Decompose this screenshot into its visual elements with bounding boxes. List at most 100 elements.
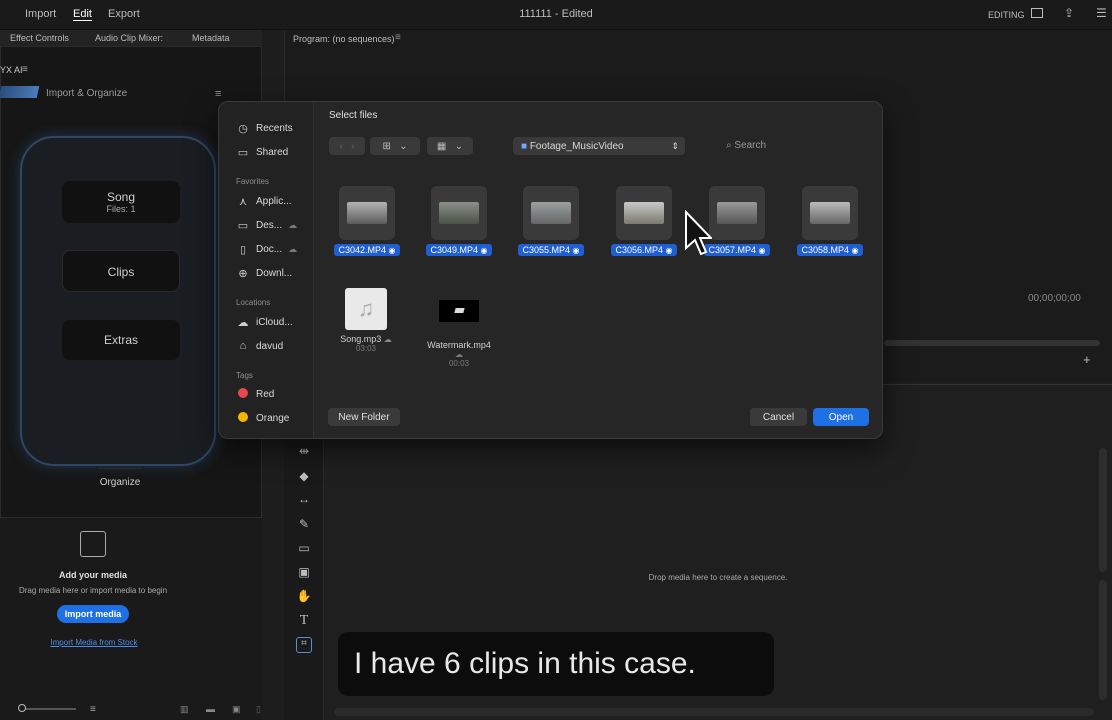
folder-icon[interactable]: ▬ bbox=[206, 704, 215, 714]
file-item-c3055[interactable]: C3055.MP4 ◉ bbox=[511, 186, 591, 256]
tab-effect-controls[interactable]: Effect Controls bbox=[10, 33, 69, 43]
ripple-edit-icon[interactable]: ⇹ bbox=[296, 444, 312, 460]
group-icon: ▦ bbox=[436, 140, 447, 152]
red-tag-icon bbox=[238, 387, 248, 398]
extras-button[interactable]: Extras bbox=[62, 320, 180, 360]
cloud-icon: ☁ bbox=[455, 350, 463, 359]
music-file-icon: ♫ bbox=[345, 288, 387, 330]
sidebar-item-tag-orange[interactable]: Orange bbox=[236, 409, 289, 427]
cloud-download-icon: ◉ bbox=[665, 246, 673, 255]
folder-path-dropdown[interactable]: ■ Footage_MusicVideo ⇕ bbox=[513, 137, 685, 155]
new-item-icon[interactable]: ▣ bbox=[232, 704, 241, 715]
back-icon[interactable]: ‹ bbox=[339, 141, 342, 152]
list-view-icon[interactable]: ≡ bbox=[90, 704, 96, 715]
icon-view-dropdown[interactable]: ⊞ ⌄ bbox=[370, 137, 420, 155]
razor-icon[interactable]: ◆ bbox=[296, 469, 312, 485]
tab-metadata[interactable]: Metadata bbox=[192, 33, 230, 43]
file-item-song[interactable]: ♫ Song.mp3 ☁ 03:03 bbox=[326, 288, 406, 353]
plugin-tab-label[interactable]: YX AI bbox=[0, 65, 23, 75]
plugin-menu-icon[interactable]: ≡ bbox=[22, 64, 28, 75]
forward-icon[interactable]: › bbox=[351, 141, 354, 152]
workspace-label[interactable]: EDITING bbox=[988, 10, 1025, 20]
vertical-scrollbar[interactable] bbox=[1099, 448, 1107, 572]
bin-icon[interactable]: ▥ bbox=[180, 704, 189, 715]
search-field[interactable]: ⌕ Search bbox=[726, 140, 766, 151]
video-caption: I have 6 clips in this case. bbox=[338, 632, 774, 696]
search-icon: ⌕ bbox=[726, 140, 732, 151]
add-media-hint: Drag media here or import media to begin bbox=[18, 586, 168, 595]
file-item-c3042[interactable]: C3042.MP4 ◉ bbox=[327, 186, 407, 256]
sidebar-item-icloud[interactable]: ☁ iCloud... bbox=[236, 313, 293, 331]
add-media-title: Add your media bbox=[58, 570, 127, 580]
vertical-scrollbar-2[interactable] bbox=[1099, 580, 1107, 700]
sidebar-item-documents[interactable]: ▯ Doc... ☁ bbox=[236, 240, 297, 258]
rectangle-icon[interactable]: ▭ bbox=[296, 541, 312, 557]
share-icon[interactable]: ⇪ bbox=[1064, 6, 1074, 20]
file-item-c3049[interactable]: C3049.MP4 ◉ bbox=[419, 186, 499, 256]
dialog-title: Select files bbox=[329, 110, 378, 121]
chevron-down-icon: ⌄ bbox=[454, 140, 464, 152]
hand-icon[interactable]: ✋ bbox=[296, 589, 312, 605]
import-media-button[interactable]: Import media bbox=[57, 605, 129, 623]
horizontal-scrollbar[interactable] bbox=[334, 708, 1094, 716]
add-button-icon[interactable]: + bbox=[1083, 352, 1091, 367]
sidebar-item-label: Shared bbox=[256, 146, 289, 158]
cloud-download-icon: ◉ bbox=[758, 246, 766, 255]
video-thumbnail bbox=[431, 186, 487, 240]
plugin-options-icon[interactable]: ≡ bbox=[215, 88, 221, 100]
sidebar-item-desktop[interactable]: ▭ Des... ☁ bbox=[236, 216, 297, 234]
video-thumbnail bbox=[523, 186, 579, 240]
song-button[interactable]: Song Files: 1 bbox=[62, 181, 180, 223]
favorites-header: Favorites bbox=[236, 177, 269, 186]
pen-icon[interactable]: ✎ bbox=[296, 517, 312, 533]
caption-tool-icon[interactable]: ⌗ bbox=[296, 637, 312, 653]
program-monitor-title: Program: (no sequences) bbox=[293, 34, 395, 44]
sidebar-item-tag-red[interactable]: Red bbox=[236, 385, 274, 403]
sidebar-item-applications[interactable]: ⋏ Applic... bbox=[236, 192, 292, 210]
video-thumbnail bbox=[802, 186, 858, 240]
sidebar-item-recents[interactable]: ◷ Recents bbox=[236, 119, 293, 137]
file-item-c3058[interactable]: C3058.MP4 ◉ bbox=[790, 186, 870, 256]
program-scrub-bar[interactable] bbox=[884, 340, 1100, 346]
back-forward-buttons[interactable]: ‹ › bbox=[329, 137, 365, 155]
zoom-slider[interactable] bbox=[20, 708, 76, 710]
organize-button[interactable]: Organize bbox=[0, 477, 240, 488]
import-from-stock-link[interactable]: Import Media from Stock bbox=[0, 638, 188, 647]
new-folder-button[interactable]: New Folder bbox=[328, 408, 400, 426]
slip-icon[interactable]: ↔ bbox=[296, 492, 312, 508]
file-name: C3056.MP4 ◉ bbox=[611, 244, 677, 256]
program-timecode: 00;00;00;00 bbox=[1028, 293, 1081, 304]
cancel-button[interactable]: Cancel bbox=[750, 408, 807, 426]
file-duration: 00:03 bbox=[448, 359, 470, 368]
file-name: Watermark.mp4 bbox=[427, 340, 491, 350]
grid-view-icon: ⊞ bbox=[382, 140, 391, 152]
sidebar-item-label: iCloud... bbox=[256, 316, 293, 328]
group-by-dropdown[interactable]: ▦ ⌄ bbox=[427, 137, 473, 155]
file-item-c3056[interactable]: C3056.MP4 ◉ bbox=[604, 186, 684, 256]
type-icon[interactable]: T bbox=[296, 613, 312, 629]
panel-layout-icon[interactable] bbox=[1031, 8, 1043, 18]
file-item-watermark[interactable]: Watermark.mp4 ☁ 00:03 bbox=[419, 288, 499, 368]
cloud-download-icon: ◉ bbox=[851, 246, 859, 255]
zoom-slider-thumb[interactable] bbox=[18, 704, 26, 712]
desktop-icon: ▭ bbox=[237, 219, 249, 232]
program-menu-icon[interactable]: ≡ bbox=[395, 32, 401, 43]
sidebar-item-downloads[interactable]: ⊕ Downl... bbox=[236, 264, 292, 282]
cloud-download-icon: ◉ bbox=[572, 246, 580, 255]
cloud-icon: ☁ bbox=[288, 219, 298, 230]
type-region-icon[interactable]: ▣ bbox=[296, 565, 312, 581]
tags-header: Tags bbox=[236, 371, 253, 380]
tab-audio-clip-mixer[interactable]: Audio Clip Mixer: bbox=[95, 33, 163, 43]
open-button[interactable]: Open bbox=[813, 408, 869, 426]
trash-icon[interactable]: ▯ bbox=[256, 704, 261, 715]
hamburger-icon[interactable]: ☰ bbox=[1096, 6, 1107, 20]
sidebar-item-shared[interactable]: ▭ Shared bbox=[236, 143, 288, 161]
sidebar-item-label: Red bbox=[256, 388, 275, 400]
sidebar-item-home[interactable]: ⌂ davud bbox=[236, 337, 284, 355]
organize-phone-frame: Song Files: 1 Clips Extras bbox=[20, 136, 216, 466]
cloud-icon: ☁ bbox=[288, 243, 298, 254]
import-panel bbox=[0, 518, 262, 720]
cloud-icon: ☁ bbox=[383, 335, 392, 344]
applications-icon: ⋏ bbox=[238, 195, 248, 208]
clips-button[interactable]: Clips bbox=[62, 250, 180, 292]
